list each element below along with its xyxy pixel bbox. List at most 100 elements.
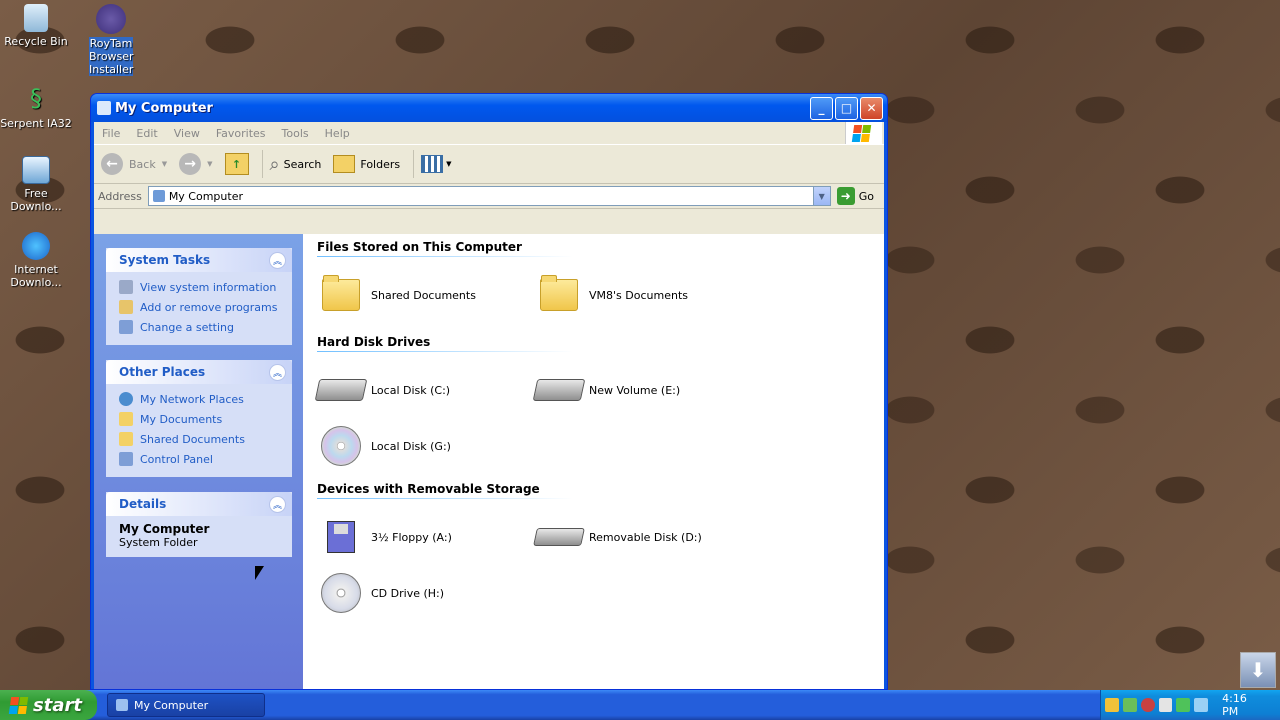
item-cd-drive-h[interactable]: CD Drive (H:)	[317, 565, 535, 621]
tray-icon[interactable]	[1176, 698, 1191, 712]
item-label: Local Disk (C:)	[371, 383, 451, 397]
forward-button[interactable]: → ▼	[176, 149, 215, 179]
desktop-icon-label: Free Downlo...	[10, 187, 62, 213]
desktop-icon-recycle-bin[interactable]: Recycle Bin	[0, 4, 74, 48]
desktop-icon-label: Recycle Bin	[4, 35, 68, 48]
system-tasks-title: System Tasks	[119, 253, 211, 267]
system-info-icon	[119, 280, 133, 294]
desktop-icon-label: RoyTam Browser Installer	[89, 37, 134, 76]
desktop-icon-roytam-installer[interactable]: RoyTam Browser Installer	[73, 4, 149, 76]
search-button[interactable]: ⌕ Search	[267, 149, 325, 179]
collapse-chevron-icon[interactable]: ︽	[269, 495, 286, 513]
floppy-drive-icon	[317, 515, 365, 559]
task-view-system-information[interactable]: View system information	[119, 277, 292, 297]
shared-documents-icon	[119, 432, 133, 446]
group-header-removable: Devices with Removable Storage	[317, 482, 540, 496]
search-label: Search	[283, 157, 322, 171]
menu-edit[interactable]: Edit	[128, 127, 165, 140]
maximize-button[interactable]: □	[835, 96, 858, 120]
back-dropdown-icon: ▼	[161, 160, 168, 168]
details-header[interactable]: Details ︽	[106, 492, 292, 516]
menu-help[interactable]: Help	[317, 127, 358, 140]
go-label: Go	[858, 189, 874, 203]
details-pane: Details ︽ My Computer System Folder	[106, 492, 292, 557]
mouse-cursor-icon	[255, 566, 264, 580]
up-folder-icon: ↑	[224, 153, 249, 175]
download-arrow-icon[interactable]: ⬇	[1240, 652, 1276, 688]
tray-icon[interactable]	[1104, 698, 1119, 712]
item-shared-documents[interactable]: Shared Documents	[317, 267, 535, 323]
item-label: VM8's Documents	[589, 288, 688, 302]
system-tray: 4:16 PM	[1100, 690, 1280, 720]
other-places-header[interactable]: Other Places ︽	[106, 360, 292, 384]
tray-icon[interactable]	[1158, 698, 1173, 712]
minimize-button[interactable]: _	[810, 96, 833, 120]
installer-icon	[96, 4, 126, 34]
tray-icon[interactable]	[1122, 698, 1137, 712]
up-folder-button[interactable]: ↑	[222, 149, 252, 179]
title-bar[interactable]: My Computer _ □ ✕	[91, 94, 887, 122]
go-arrow-icon: ➜	[836, 187, 855, 205]
start-button[interactable]: start	[0, 690, 97, 720]
address-input[interactable]: My Computer ▼	[147, 186, 831, 206]
menu-view[interactable]: View	[166, 127, 208, 140]
folder-icon	[535, 273, 583, 317]
control-panel-icon	[119, 452, 133, 466]
collapse-chevron-icon[interactable]: ︽	[269, 251, 286, 269]
views-button[interactable]: ▼	[418, 149, 454, 179]
tray-icon[interactable]	[1140, 698, 1155, 712]
task-add-remove-programs[interactable]: Add or remove programs	[119, 297, 292, 317]
details-name: My Computer	[119, 522, 210, 536]
item-label: CD Drive (H:)	[371, 586, 445, 600]
toolbar: ← Back ▼ → ▼ ↑ ⌕ Search Folders ▼	[94, 145, 884, 184]
address-bar: Address My Computer ▼ ➜ Go	[94, 184, 884, 209]
go-button[interactable]: ➜ Go	[836, 187, 874, 205]
hard-drive-icon	[314, 368, 368, 412]
task-label: Change a setting	[140, 320, 234, 334]
collapse-chevron-icon[interactable]: ︽	[269, 363, 286, 381]
views-icon	[421, 155, 444, 173]
item-floppy-a[interactable]: 3½ Floppy (A:)	[317, 509, 535, 565]
item-new-volume-e[interactable]: New Volume (E:)	[532, 362, 753, 418]
place-shared-documents[interactable]: Shared Documents	[119, 429, 292, 449]
folders-button[interactable]: Folders	[330, 149, 403, 179]
item-label: Removable Disk (D:)	[589, 530, 702, 544]
desktop-icon-free-download[interactable]: Free Downlo...	[0, 156, 74, 213]
place-my-documents[interactable]: My Documents	[119, 409, 292, 429]
desktop-icon-internet-download[interactable]: Internet Downlo...	[0, 232, 74, 289]
item-label: Shared Documents	[371, 288, 476, 302]
clock[interactable]: 4:16 PM	[1222, 692, 1266, 718]
item-removable-disk-d[interactable]: Removable Disk (D:)	[533, 509, 753, 565]
taskbar: start My Computer 4:16 PM	[0, 690, 1280, 720]
my-documents-icon	[119, 412, 133, 426]
address-dropdown-button[interactable]: ▼	[812, 187, 830, 205]
task-change-setting[interactable]: Change a setting	[119, 317, 292, 337]
back-label: Back	[129, 157, 156, 171]
search-icon: ⌕	[269, 153, 280, 175]
taskbar-button-my-computer[interactable]: My Computer	[107, 693, 265, 717]
menu-file[interactable]: File	[94, 127, 128, 140]
forward-dropdown-icon: ▼	[207, 160, 213, 168]
removable-disk-icon	[533, 515, 585, 559]
details-title: Details	[119, 497, 167, 511]
system-tasks-pane: System Tasks ︽ View system information A…	[106, 248, 292, 345]
tray-icon[interactable]	[1194, 698, 1209, 712]
item-local-disk-c[interactable]: Local Disk (C:)	[314, 362, 535, 418]
place-my-network-places[interactable]: My Network Places	[119, 389, 292, 409]
back-button[interactable]: ← Back ▼	[98, 149, 170, 179]
desktop-icon-serpent[interactable]: § Serpent IA32	[0, 82, 74, 131]
menu-favorites[interactable]: Favorites	[208, 127, 274, 140]
toolbar-separator	[413, 150, 415, 178]
system-tasks-header[interactable]: System Tasks ︽	[106, 248, 292, 272]
maximize-icon: □	[840, 101, 853, 115]
item-vm8-documents[interactable]: VM8's Documents	[535, 267, 753, 323]
place-control-panel[interactable]: Control Panel	[119, 449, 292, 469]
close-button[interactable]: ✕	[860, 96, 883, 120]
item-local-disk-g[interactable]: Local Disk (G:)	[317, 418, 535, 474]
taskbar-button-label: My Computer	[134, 698, 209, 712]
folder-icon	[317, 273, 365, 317]
details-type: System Folder	[119, 536, 198, 549]
folders-label: Folders	[360, 157, 401, 171]
menu-tools[interactable]: Tools	[274, 127, 317, 140]
group-divider	[317, 351, 573, 352]
